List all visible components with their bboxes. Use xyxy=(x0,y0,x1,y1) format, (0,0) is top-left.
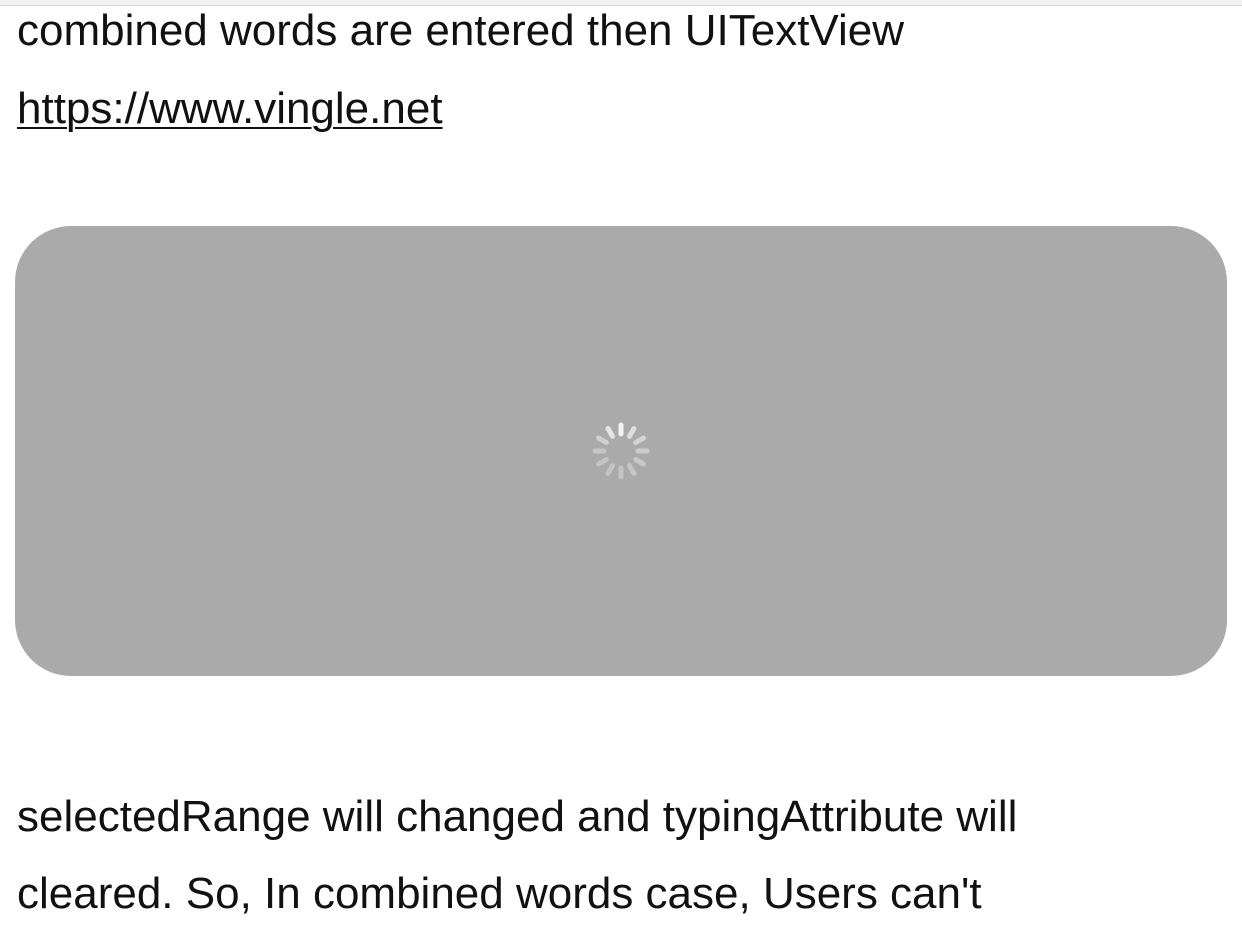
link-url[interactable]: https://www.vingle.net xyxy=(17,84,443,133)
text-line-bottom-1: selectedRange will changed and typingAtt… xyxy=(17,792,1018,841)
link-line: https://www.vingle.net xyxy=(17,84,443,134)
activity-indicator-icon xyxy=(592,422,650,480)
text-line-bottom-2: cleared. So, In combined words case, Use… xyxy=(17,869,982,918)
text-line-top: combined words are entered then UITextVi… xyxy=(17,6,905,55)
